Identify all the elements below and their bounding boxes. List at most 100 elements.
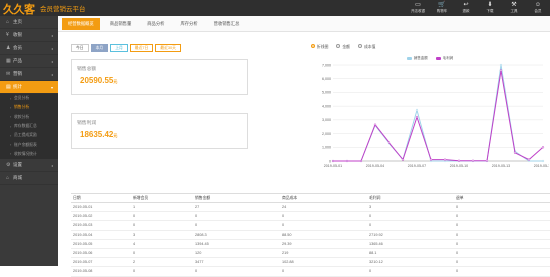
- sales-total-card: 销售总额 20590.55元: [71, 59, 248, 95]
- submenu-item[interactable]: › 库存数据汇总: [0, 122, 58, 131]
- data-point: [541, 159, 545, 163]
- table-header: 日期 新增会员 销售金额 商品成本 毛利润 退单: [71, 193, 550, 203]
- tab-sales-volume[interactable]: 商品销售量: [104, 18, 137, 30]
- table-cell: 29.39: [282, 241, 292, 246]
- table-cell: 24: [282, 205, 287, 210]
- data-point: [513, 151, 517, 154]
- cart-icon[interactable]: 🛒 购物车: [430, 0, 454, 16]
- y-tick-label: 0: [329, 159, 331, 163]
- pc-icon[interactable]: ▭ 开店收银: [406, 0, 430, 16]
- radio-icon: [357, 44, 362, 48]
- submenu-item[interactable]: › 会员分析: [0, 94, 58, 103]
- table-cell: 2019-05-02: [73, 214, 93, 219]
- download-icon[interactable]: ⬇ 下载: [478, 0, 502, 16]
- table-row: 2019-05-04 3 2808.3 88.50 2719.92 0: [71, 231, 550, 240]
- table-cell: 2: [133, 260, 136, 265]
- sidebar-item-marketing[interactable]: ✉ 营销 ◂: [0, 68, 58, 81]
- chevron-right-icon: ◂: [50, 71, 53, 77]
- table-cell: 4: [133, 241, 136, 246]
- filter-7days-button[interactable]: 最近7日: [129, 44, 154, 52]
- x-tick-label: 2019-05-10: [450, 164, 468, 168]
- table-cell: 102.88: [282, 260, 294, 265]
- chevron-right-icon: ◂: [50, 45, 53, 51]
- x-tick-label: 2019-05-07: [408, 164, 426, 168]
- filter-today-button[interactable]: 今日: [71, 44, 89, 52]
- table-cell: 0: [456, 241, 459, 246]
- table-cell: 88.50: [282, 232, 292, 237]
- filter-30days-button[interactable]: 最近30天: [155, 44, 181, 52]
- x-tick-label: 2019-05-04: [366, 164, 384, 168]
- table-row: 2019-05-06 0 120 219 88.1 0: [71, 249, 550, 259]
- table-cell: 0: [195, 269, 198, 274]
- sidebar-item-product[interactable]: ▦ 产品 ◂: [0, 55, 58, 68]
- y-tick-label: 7,000: [322, 63, 331, 67]
- filter-last-month-button[interactable]: 上月: [110, 44, 128, 52]
- table-cell: 0: [282, 223, 285, 228]
- data-point: [499, 63, 503, 67]
- legend-swatch: [435, 56, 441, 60]
- filter-this-month-button[interactable]: 本月: [90, 44, 109, 52]
- chart-option-cost[interactable]: 成本值: [357, 44, 375, 50]
- cash-icon: ¥: [6, 32, 9, 38]
- chart-option-line[interactable]: 折线图: [311, 44, 328, 50]
- tab-revenue-summary[interactable]: 营收销售汇总: [208, 18, 246, 30]
- table-row: 2019-05-02 0 0 0 0 0: [71, 212, 550, 222]
- data-point: [331, 159, 335, 163]
- data-point: [499, 69, 503, 72]
- tab-stock-analysis[interactable]: 库存分析: [174, 18, 203, 30]
- tool-icon[interactable]: ⚒ 工具: [502, 0, 526, 16]
- submenu-item[interactable]: › 收款情况统计: [0, 150, 58, 159]
- sidebar-item-cashier[interactable]: ¥ 收银 ◂: [0, 29, 58, 42]
- data-point: [359, 159, 363, 163]
- table-cell: 88.1: [369, 251, 377, 256]
- submenu-item[interactable]: › 销售分析: [0, 103, 58, 112]
- y-tick-label: 1,000: [322, 146, 331, 150]
- return-icon[interactable]: ↩ 退款: [454, 0, 478, 16]
- sidebar-item-settings[interactable]: ⚙ 设置 ◂: [0, 159, 58, 173]
- tab-bar: 经营数据概览 商品销售量 商品分析 库存分析 营收销售汇总: [58, 16, 550, 32]
- card-label: 销售总额: [77, 67, 97, 72]
- sidebar-item-shop[interactable]: ⌂ 商城: [0, 172, 58, 186]
- y-tick-label: 6,000: [322, 77, 331, 81]
- table-cell: 3: [133, 232, 136, 237]
- table-cell: 0: [456, 251, 459, 256]
- table-cell: 0: [282, 269, 285, 274]
- table-cell: 0: [456, 214, 459, 219]
- data-point: [471, 159, 475, 162]
- sidebar-item-stats[interactable]: ▤ 统计 ▾: [0, 81, 58, 94]
- header-toolbar: ▭ 开店收银 🛒 购物车 ↩ 退款 ⬇ 下载 ⚒ 工具 ☺ 会员: [406, 0, 550, 16]
- table-cell: 0: [456, 269, 459, 274]
- data-point: [457, 159, 461, 162]
- chart-option-amount[interactable]: 金额: [336, 44, 350, 50]
- table-cell: 0: [456, 223, 459, 228]
- x-tick-label: 2019-05-01: [324, 164, 342, 168]
- card-value: 20590.55元: [80, 76, 118, 85]
- table-cell: 2019-05-08: [73, 269, 93, 274]
- series-line: [333, 64, 543, 162]
- submenu-item[interactable]: › 员工提成奖励: [0, 131, 58, 140]
- table-row: 2019-05-01 1 27 24 3 0: [71, 203, 550, 213]
- line-chart: 7,0006,0005,0004,0003,0002,0001,00002019…: [322, 63, 550, 168]
- tab-overview[interactable]: 经营数据概览: [62, 17, 100, 30]
- y-tick-label: 3,000: [322, 118, 331, 122]
- table-cell: 0: [133, 269, 136, 274]
- home-icon: ⌂: [6, 19, 10, 25]
- table-cell: 0: [195, 214, 198, 219]
- user-icon[interactable]: ☺ 会员: [526, 0, 550, 16]
- sidebar-item-member[interactable]: ♟ 会员 ◂: [0, 42, 58, 55]
- column-header: 商品成本: [282, 195, 298, 200]
- x-tick-label: 2019-05-16: [534, 164, 549, 168]
- submenu-item[interactable]: › 收款分析: [0, 113, 58, 122]
- sidebar-item-home[interactable]: ⌂ 主页: [0, 16, 58, 29]
- data-point: [415, 115, 419, 119]
- data-point: [345, 159, 349, 163]
- y-tick-label: 5,000: [322, 91, 331, 95]
- table-cell: 2019-05-05: [73, 241, 93, 246]
- tab-product-analysis[interactable]: 商品分析: [141, 18, 170, 30]
- submenu-item[interactable]: › 账户余额报表: [0, 140, 58, 149]
- table-cell: 1365.46: [369, 241, 383, 246]
- table-cell: 0: [369, 214, 372, 219]
- table-cell: 0: [369, 223, 372, 228]
- card-value: 18635.42元: [80, 130, 118, 139]
- data-point: [541, 146, 545, 149]
